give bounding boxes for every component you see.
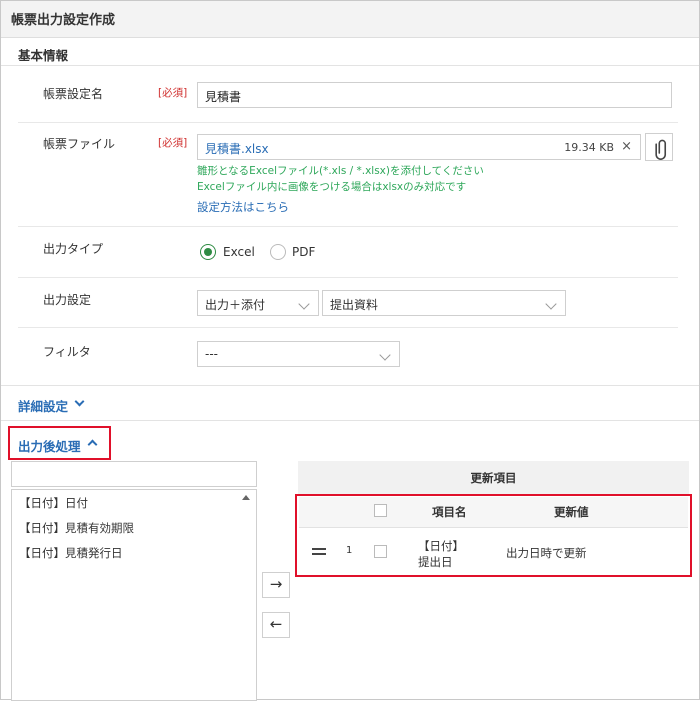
list-item[interactable]: 【日付】日付 [19,495,88,511]
row-divider [18,327,678,328]
row-divider [18,226,678,227]
report-name-label: 帳票設定名 [43,87,104,101]
scroll-up-icon[interactable] [242,495,250,500]
file-note-2: Excelファイル内に画像をつける場合はxlsxのみ対応です [197,181,467,193]
output-target-select[interactable]: 提出資料 [322,290,566,316]
highlight-box [295,494,692,577]
title-bar: 帳票出力設定作成 [1,1,699,38]
file-size: 19.34 KB [564,141,614,154]
output-mode-value: 出力＋添付 [205,298,266,312]
remove-field-button[interactable]: ← [262,612,290,638]
radio-excel-label: Excel [223,245,255,259]
add-field-button[interactable]: → [262,572,290,598]
help-link[interactable]: 設定方法はこちら [197,199,289,215]
required-badge: [必須] [158,137,188,149]
section-divider [1,65,699,66]
filter-value: --- [205,347,218,361]
chevron-down-icon [298,298,310,310]
window-title: 帳票出力設定作成 [11,13,116,28]
filter-select[interactable]: --- [197,341,400,367]
file-note-1: 雛形となるExcelファイル(*.xls / *.xlsx)を添付してください [197,165,484,177]
post-process-toggle[interactable]: 出力後処理 [18,436,81,455]
detail-settings-toggle[interactable]: 詳細設定 [18,396,68,415]
section-divider [1,420,699,421]
section-divider [1,385,699,386]
output-setting-label: 出力設定 [43,293,92,307]
output-type-label: 出力タイプ [43,242,104,256]
report-file-label: 帳票ファイル [43,137,116,151]
radio-pdf-label: PDF [292,245,316,259]
paperclip-icon [655,139,667,160]
radio-pdf[interactable] [270,244,286,260]
clear-file-icon[interactable]: × [621,139,632,154]
report-name-input[interactable]: 見積書 [197,82,672,108]
update-items-title: 更新項目 [470,471,517,485]
output-mode-select[interactable]: 出力＋添付 [197,290,319,316]
row-divider [18,277,678,278]
output-target-value: 提出資料 [330,298,379,312]
report-file-field[interactable]: 見積書.xlsx 19.34 KB × [197,134,641,160]
row-divider [18,122,678,123]
attach-file-button[interactable] [645,133,673,161]
basic-info-heading: 基本情報 [18,48,69,63]
field-search-input[interactable] [11,461,257,487]
update-items-header: 更新項目 [298,461,689,495]
required-badge: [必須] [158,87,188,99]
radio-excel[interactable] [200,244,216,260]
file-name-link[interactable]: 見積書.xlsx [205,140,269,157]
list-item[interactable]: 【日付】見積有効期限 [19,520,134,536]
field-list[interactable]: 【日付】日付 【日付】見積有効期限 【日付】見積発行日 [11,489,257,701]
chevron-down-icon [545,298,557,310]
chevron-down-icon [379,349,391,361]
filter-label: フィルタ [43,345,91,359]
list-item[interactable]: 【日付】見積発行日 [19,545,123,561]
